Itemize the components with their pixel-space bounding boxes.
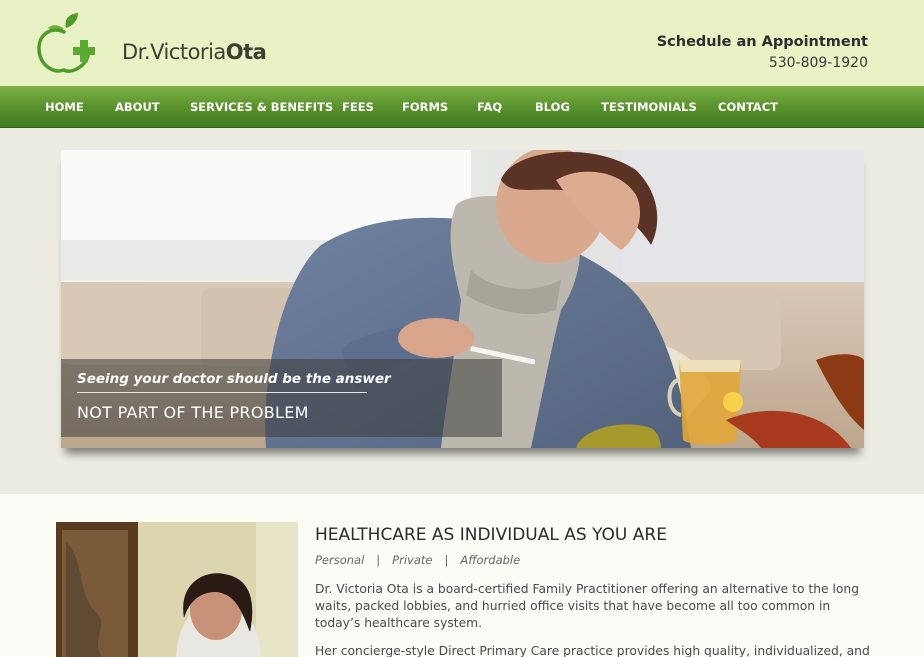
doctor-photo [56, 522, 298, 657]
apple-cross-logo-icon[interactable] [34, 10, 98, 76]
brand-prefix: Dr. [122, 40, 151, 64]
nav-item-contact[interactable]: CONTACT [718, 100, 778, 114]
nav-item-blog[interactable]: BLOG [535, 100, 570, 114]
site-header: Dr.VictoriaOta Schedule an Appointment 5… [0, 0, 924, 86]
hero-slide: Seeing your doctor should be the answer … [61, 150, 864, 448]
nav-item-forms[interactable]: FORMS [402, 100, 448, 114]
hero-caption-line2: NOT PART OF THE PROBLEM [77, 403, 309, 422]
nav-item-about[interactable]: ABOUT [115, 100, 160, 114]
hero-caption: Seeing your doctor should be the answer … [61, 359, 502, 437]
tag-personal: Personal [315, 553, 365, 567]
section-title: HEALTHCARE AS INDIVIDUAL AS YOU ARE [315, 525, 667, 545]
appointment-title[interactable]: Schedule an Appointment [657, 34, 868, 50]
nav-item-home[interactable]: HOME [45, 100, 84, 114]
hero-caption-line1: Seeing your doctor should be the answer [77, 371, 391, 387]
brand-name[interactable]: Dr.VictoriaOta [122, 40, 267, 64]
hero-caption-divider [77, 392, 367, 393]
nav-item-fees[interactable]: FEES [342, 100, 374, 114]
nav-item-faq[interactable]: FAQ [477, 100, 502, 114]
appointment-block: Schedule an Appointment 530-809-1920 [657, 34, 868, 71]
intro-paragraph-2: Her concierge-style Direct Primary Care … [315, 644, 870, 657]
brand-first-name: Victoria [150, 40, 226, 64]
brand-last-name: Ota [225, 40, 267, 64]
tag-affordable: Affordable [460, 553, 521, 567]
tag-private: Private [392, 553, 433, 567]
intro-paragraph-1: Dr. Victoria Ota is a board-certified Fa… [315, 582, 860, 630]
main-nav: HOME ABOUT SERVICES & BENEFITS FEES FORM… [0, 86, 924, 128]
nav-item-services-benefits[interactable]: SERVICES & BENEFITS [190, 100, 333, 114]
nav-item-testimonials[interactable]: TESTIMONIALS [601, 100, 697, 114]
tag-separator: | [444, 553, 449, 567]
hero-band: Seeing your doctor should be the answer … [0, 128, 924, 494]
value-tags: Personal | Private | Affordable [315, 553, 520, 567]
tag-separator: | [376, 553, 381, 567]
appointment-phone[interactable]: 530-809-1920 [657, 55, 868, 71]
intro-section: HEALTHCARE AS INDIVIDUAL AS YOU ARE Pers… [0, 494, 924, 657]
